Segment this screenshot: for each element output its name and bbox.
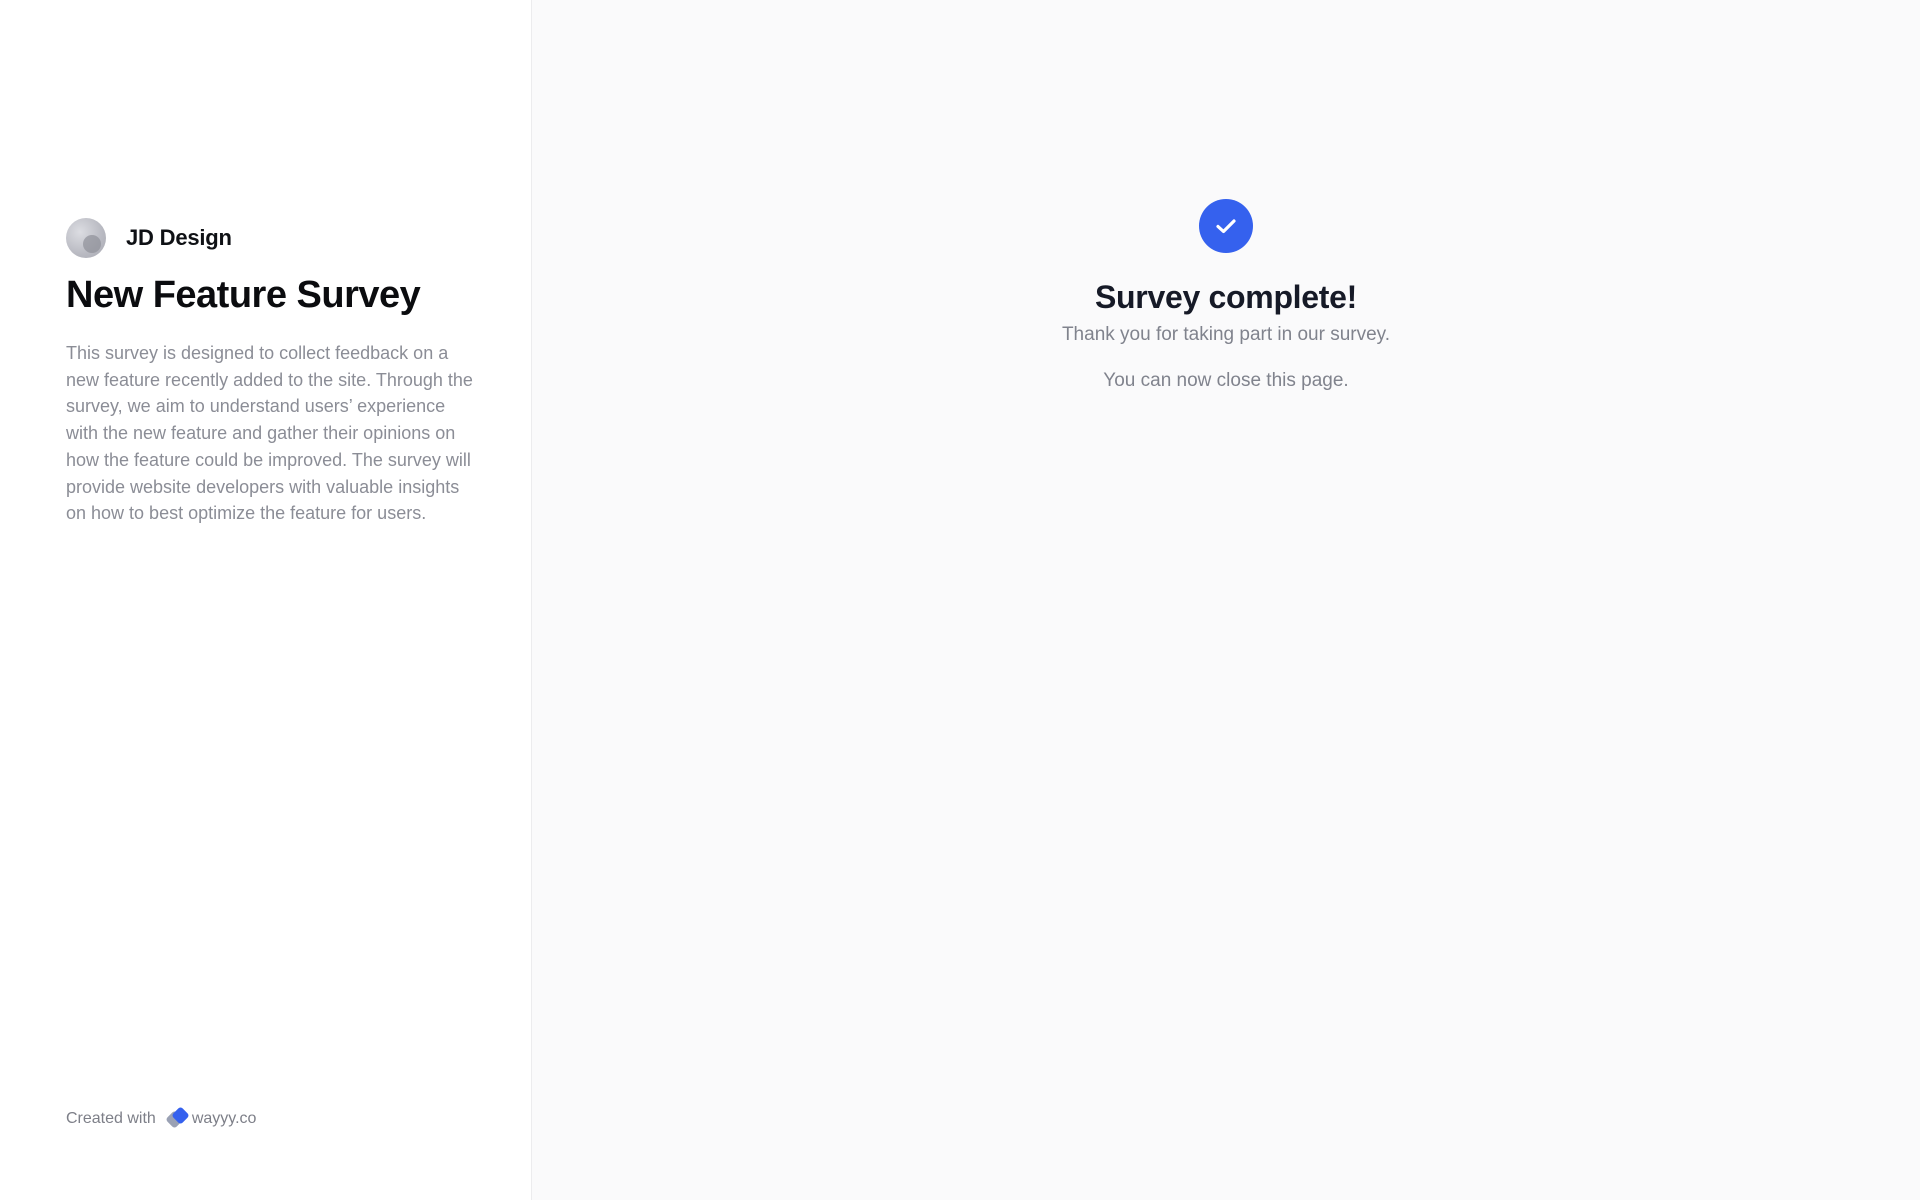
footer-link[interactable]: wayyy.co	[192, 1110, 257, 1128]
completion-close-note: You can now close this page.	[1103, 370, 1349, 391]
footer-created-with: Created with	[66, 1110, 156, 1127]
brand-avatar	[66, 218, 106, 258]
wayyy-logo-icon[interactable]	[165, 1106, 190, 1130]
brand: JD Design	[66, 218, 232, 258]
main-panel: Survey complete! Thank you for taking pa…	[532, 0, 1920, 1200]
check-icon	[1199, 199, 1253, 253]
survey-title: New Feature Survey	[66, 274, 421, 316]
completion-title: Survey complete!	[1095, 279, 1357, 315]
survey-page: JD Design New Feature Survey This survey…	[0, 0, 1920, 1200]
brand-name: JD Design	[126, 225, 232, 250]
completion-thanks: Thank you for taking part in our survey.	[1061, 324, 1391, 345]
footer: Created with wayyy.co	[66, 1106, 257, 1130]
survey-description: This survey is designed to collect feedb…	[66, 343, 473, 524]
completion-message: Survey complete! Thank you for taking pa…	[532, 199, 1920, 392]
sidebar: JD Design New Feature Survey This survey…	[0, 0, 532, 1200]
